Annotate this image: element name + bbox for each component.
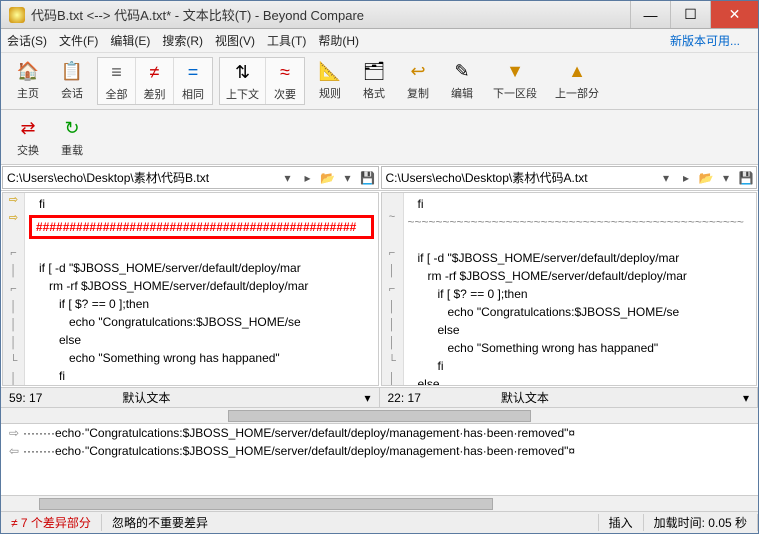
left-gutter: ⇨⇨⌐│⌐│││└││└⇨ [3,193,25,385]
menu-file[interactable]: 文件(F) [59,32,98,49]
copy-button[interactable]: ↩复制 [399,57,437,105]
left-cursor-pos: 59: 17 [9,391,42,405]
right-folder-dropdown[interactable]: ▾ [716,171,736,185]
menu-tools[interactable]: 工具(T) [267,32,306,49]
maximize-button[interactable]: ☐ [670,1,710,28]
session-icon: 📋 [60,59,84,83]
left-encoding: 默认文本 [122,389,170,406]
left-code[interactable]: fi######################################… [25,193,378,385]
toolbar-secondary: ⇄交换 ↻重载 [1,110,758,165]
reload-button[interactable]: ↻重载 [53,114,91,160]
right-code[interactable]: fi~~~~~~~~~~~~~~~~~~~~~~~~~~~~~~~~~~~~~~… [404,193,757,385]
swap-button[interactable]: ⇄交换 [9,114,47,160]
menu-session[interactable]: 会话(S) [7,32,47,49]
home-button[interactable]: 🏠主页 [9,57,47,105]
status-load: 加载时间: 0.05 秒 [644,514,758,531]
merge-left-icon[interactable]: ⇦ [5,444,23,458]
right-open-icon[interactable]: 📂 [696,171,716,185]
menu-search[interactable]: 搜索(R) [162,32,203,49]
left-dropdown-icon[interactable]: ▾ [278,171,298,185]
same-button[interactable]: =相同 [174,58,212,104]
equals-icon: ≡ [105,60,129,84]
diff-count: ≠ 7 个差异部分 [1,514,102,531]
context-button[interactable]: ⇅上下文 [220,58,266,104]
toolbar-main: 🏠主页 📋会话 ≡全部 ≠差别 =相同 ⇅上下文 ≈次要 📐规则 🗂格式 ↩复制… [1,53,758,110]
right-path-input[interactable] [382,169,657,187]
status-mode: 插入 [599,514,644,531]
right-save-icon[interactable]: 💾 [736,171,756,185]
right-encoding: 默认文本 [501,389,549,406]
menu-help[interactable]: 帮助(H) [318,32,359,49]
path-row: ▾ ▸ 📂 ▾ 💾 ▾ ▸ 📂 ▾ 💾 [1,165,758,191]
merge-scrollbar[interactable] [1,495,758,511]
next-section-button[interactable]: ▼下一区段 [487,57,543,105]
right-dropdown-icon[interactable]: ▾ [656,171,676,185]
edit-icon: ✎ [450,59,474,83]
pane-statusbar: 59: 17默认文本▾ 22: 17默认文本▾ [1,387,758,407]
horizontal-scrollbar[interactable] [1,407,758,423]
diff-button[interactable]: ≠差别 [136,58,174,104]
context-icon: ⇅ [231,60,255,84]
reload-icon: ↻ [60,116,84,140]
edit-button[interactable]: ✎编辑 [443,57,481,105]
titlebar: 代码B.txt <--> 代码A.txt* - 文本比较(T) - Beyond… [1,1,758,29]
right-expand-icon[interactable]: ▸ [676,171,696,185]
notequal-icon: ≠ [143,60,167,84]
approx-icon: ≈ [273,60,297,84]
status-minor: 忽略的不重要差异 [102,514,599,531]
left-expand-icon[interactable]: ▸ [298,171,318,185]
left-pane: ⇨⇨⌐│⌐│││└││└⇨ fi########################… [2,192,379,386]
session-button[interactable]: 📋会话 [53,57,91,105]
swap-icon: ⇄ [16,116,40,140]
left-open-icon[interactable]: 📂 [318,171,338,185]
close-button[interactable]: ✕ [710,1,758,28]
merge-right-icon[interactable]: ⇨ [5,426,23,440]
menubar: 会话(S) 文件(F) 编辑(E) 搜索(R) 视图(V) 工具(T) 帮助(H… [1,29,758,53]
right-cursor-pos: 22: 17 [388,391,421,405]
rules-button[interactable]: 📐规则 [311,57,349,105]
app-icon [9,7,25,23]
minor-button[interactable]: ≈次要 [266,58,304,104]
menu-edit[interactable]: 编辑(E) [110,32,150,49]
update-link[interactable]: 新版本可用... [670,32,740,49]
menu-view[interactable]: 视图(V) [215,32,255,49]
right-path-cell: ▾ ▸ 📂 ▾ 💾 [381,166,758,189]
right-pane: ~⌐│⌐│││└││└⇦ fi~~~~~~~~~~~~~~~~~~~~~~~~~… [381,192,758,386]
down-icon: ▼ [503,59,527,83]
format-button[interactable]: 🗂格式 [355,57,393,105]
format-icon: 🗂 [362,59,386,83]
equal-icon: = [181,60,205,84]
merge-line-1: ········echo·"Congratulcations:$JBOSS_HO… [23,426,575,440]
statusbar: ≠ 7 个差异部分 忽略的不重要差异 插入 加载时间: 0.05 秒 [1,511,758,533]
all-button[interactable]: ≡全部 [98,58,136,104]
left-path-cell: ▾ ▸ 📂 ▾ 💾 [2,166,379,189]
left-path-input[interactable] [3,169,278,187]
minimize-button[interactable]: — [630,1,670,28]
right-gutter: ~⌐│⌐│││└││└⇦ [382,193,404,385]
left-folder-dropdown[interactable]: ▾ [338,171,358,185]
up-icon: ▲ [565,59,589,83]
home-icon: 🏠 [16,59,40,83]
rules-icon: 📐 [318,59,342,83]
merge-preview: ⇨········echo·"Congratulcations:$JBOSS_H… [1,423,758,495]
prev-section-button[interactable]: ▲上一部分 [549,57,605,105]
compare-panes: ⇨⇨⌐│⌐│││└││└⇨ fi########################… [1,191,758,387]
window-title: 代码B.txt <--> 代码A.txt* - 文本比较(T) - Beyond… [31,5,630,24]
copy-icon: ↩ [406,59,430,83]
merge-line-2: ········echo·"Congratulcations:$JBOSS_HO… [23,444,575,458]
left-save-icon[interactable]: 💾 [358,171,378,185]
